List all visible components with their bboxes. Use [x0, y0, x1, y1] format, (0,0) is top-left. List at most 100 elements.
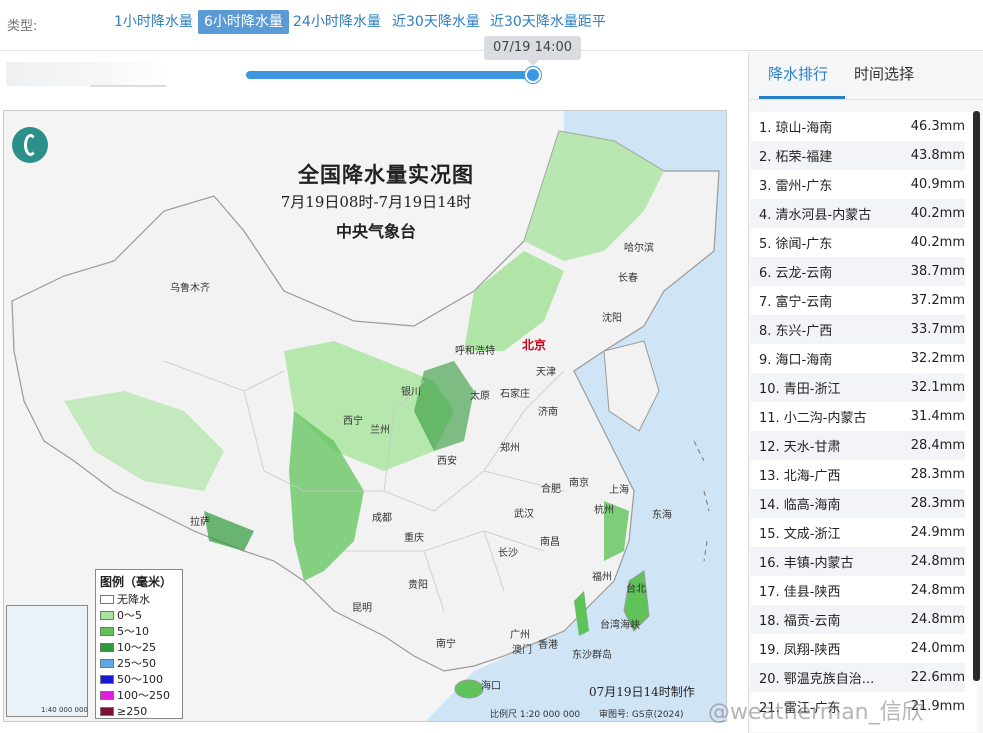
station-name: 7. 富宁-云南: [759, 295, 833, 310]
station-name: 4. 清水河县-内蒙古: [759, 208, 872, 223]
city-label: 长沙: [498, 548, 518, 559]
ranking-row[interactable]: 20. 鄂温克族自治... 22.6mm: [751, 663, 965, 692]
city-label: 乌鲁木齐: [170, 283, 210, 294]
city-label: 上海: [609, 485, 629, 496]
station-name: 8. 东兴-广西: [759, 324, 833, 339]
station-name: 13. 北海-广西: [759, 469, 841, 484]
ranking-row[interactable]: 2. 柘荣-福建 43.8mm: [751, 141, 965, 170]
legend-item: 5～10: [100, 623, 178, 639]
rainfall-value: 33.7mm: [910, 322, 965, 337]
ranking-row[interactable]: 17. 佳县-陕西 24.8mm: [751, 576, 965, 605]
rainfall-value: 43.8mm: [910, 148, 965, 163]
tab-time-select[interactable]: 时间选择: [854, 63, 914, 84]
tab-30d-precip[interactable]: 近30天降水量: [386, 10, 486, 34]
station-name: 11. 小二沟-内蒙古: [759, 411, 867, 426]
city-label: 重庆: [404, 533, 424, 544]
ranking-row[interactable]: 3. 雷州-广东 40.9mm: [751, 170, 965, 199]
rainfall-value: 28.3mm: [910, 496, 965, 511]
ranking-row[interactable]: 12. 天水-甘肃 28.4mm: [751, 431, 965, 460]
ranking-row[interactable]: 7. 富宁-云南 37.2mm: [751, 286, 965, 315]
ranking-scrollbar[interactable]: [973, 111, 980, 681]
legend-label: 0～5: [117, 609, 142, 622]
station-name: 17. 佳县-陕西: [759, 585, 841, 600]
made-time: 07月19日14时制作: [589, 685, 695, 699]
tab-rainfall-ranking[interactable]: 降水排行: [768, 63, 828, 84]
hainan-island: [454, 679, 484, 699]
legend-swatch: [100, 690, 114, 700]
city-label: 长春: [618, 273, 638, 284]
legend-item: 无降水: [100, 591, 178, 607]
station-name: 1. 琼山-海南: [759, 121, 833, 136]
ranking-row[interactable]: 14. 临高-海南 28.3mm: [751, 489, 965, 518]
rainfall-value: 40.2mm: [910, 235, 965, 250]
city-label: 合肥: [541, 484, 561, 495]
capital-label: 北京: [522, 338, 547, 352]
legend-item: 0～5: [100, 607, 178, 623]
city-label: 呼和浩特: [455, 346, 495, 357]
legend-item: ≥250: [100, 703, 178, 719]
city-label: 西安: [437, 456, 457, 467]
map-legend: 图例（毫米） 无降水 0～5 5～10 10～25 25～50 50～100 1…: [95, 569, 183, 719]
south-china-sea-inset: 1:40 000 000: [6, 605, 88, 717]
city-label: 银川: [401, 387, 421, 398]
tab-24h-precip[interactable]: 24小时降水量: [287, 10, 387, 34]
city-label: 石家庄: [500, 389, 530, 400]
station-name: 5. 徐闻-广东: [759, 237, 833, 252]
ranking-row[interactable]: 10. 青田-浙江 32.1mm: [751, 373, 965, 402]
city-label: 太原: [470, 391, 490, 402]
time-slider-track[interactable]: [246, 71, 534, 79]
ranking-row[interactable]: 18. 福贡-云南 24.8mm: [751, 605, 965, 634]
station-name: 18. 福贡-云南: [759, 614, 841, 629]
legend-swatch: [100, 642, 114, 652]
sea-label: 东海: [652, 510, 672, 521]
legend-item: 50～100: [100, 671, 178, 687]
play-control-placeholder: [6, 62, 166, 86]
logo-glyph: [24, 134, 37, 156]
watermark: @weatherman_信欣: [708, 700, 924, 725]
rainfall-value: 24.8mm: [910, 554, 965, 569]
ranking-row[interactable]: 11. 小二沟-内蒙古 31.4mm: [751, 402, 965, 431]
precipitation-map: 全国降水量实况图 7月19日08时-7月19日14时 中央气象台 哈尔滨 长春 …: [3, 110, 727, 722]
ranking-row[interactable]: 6. 云龙-云南 38.7mm: [751, 257, 965, 286]
tab-6h-precip[interactable]: 6小时降水量: [198, 10, 289, 34]
city-label: 南京: [569, 478, 589, 489]
rainfall-value: 24.8mm: [910, 583, 965, 598]
city-label: 昆明: [352, 603, 372, 614]
station-name: 12. 天水-甘肃: [759, 440, 841, 455]
city-label: 哈尔滨: [624, 243, 654, 254]
map-agency: 中央气象台: [335, 222, 416, 241]
legend-label: 50～100: [117, 673, 163, 686]
legend-swatch: [100, 706, 114, 716]
station-name: 20. 鄂温克族自治...: [759, 672, 875, 687]
ranking-row[interactable]: 8. 东兴-广西 33.7mm: [751, 315, 965, 344]
map-title: 全国降水量实况图: [298, 162, 474, 187]
time-slider-handle[interactable]: [525, 67, 541, 83]
city-label: 兰州: [370, 425, 390, 436]
city-label: 澳门: [512, 645, 532, 656]
tab-30d-anomaly[interactable]: 近30天降水量距平: [484, 10, 612, 34]
rainfall-value: 37.2mm: [910, 293, 965, 308]
ranking-row[interactable]: 13. 北海-广西 28.3mm: [751, 460, 965, 489]
ranking-row[interactable]: 5. 徐闻-广东 40.2mm: [751, 228, 965, 257]
rainfall-value: 38.7mm: [910, 264, 965, 279]
rainfall-value: 46.3mm: [910, 119, 965, 134]
type-label: 类型:: [7, 19, 38, 34]
ranking-row[interactable]: 19. 凤翔-陕西 24.0mm: [751, 634, 965, 663]
station-name: 14. 临高-海南: [759, 498, 841, 513]
ranking-row[interactable]: 9. 海口-海南 32.2mm: [751, 344, 965, 373]
ranking-row[interactable]: 15. 文成-浙江 24.9mm: [751, 518, 965, 547]
legend-swatch: [100, 610, 114, 620]
rainfall-value: 31.4mm: [910, 409, 965, 424]
tab-1h-precip[interactable]: 1小时降水量: [108, 10, 199, 34]
city-label: 福州: [592, 572, 612, 583]
station-name: 15. 文成-浙江: [759, 527, 841, 542]
rainfall-value: 28.4mm: [910, 438, 965, 453]
city-label: 海口: [481, 681, 501, 692]
ranking-row[interactable]: 4. 清水河县-内蒙古 40.2mm: [751, 199, 965, 228]
ranking-row[interactable]: 1. 琼山-海南 46.3mm: [751, 112, 965, 141]
city-label: 杭州: [594, 505, 614, 516]
divider: [749, 99, 983, 100]
ranking-row[interactable]: 16. 丰镇-内蒙古 24.8mm: [751, 547, 965, 576]
city-label: 贵阳: [408, 580, 428, 591]
review-number: 审图号: GS京(2024): [599, 710, 684, 720]
